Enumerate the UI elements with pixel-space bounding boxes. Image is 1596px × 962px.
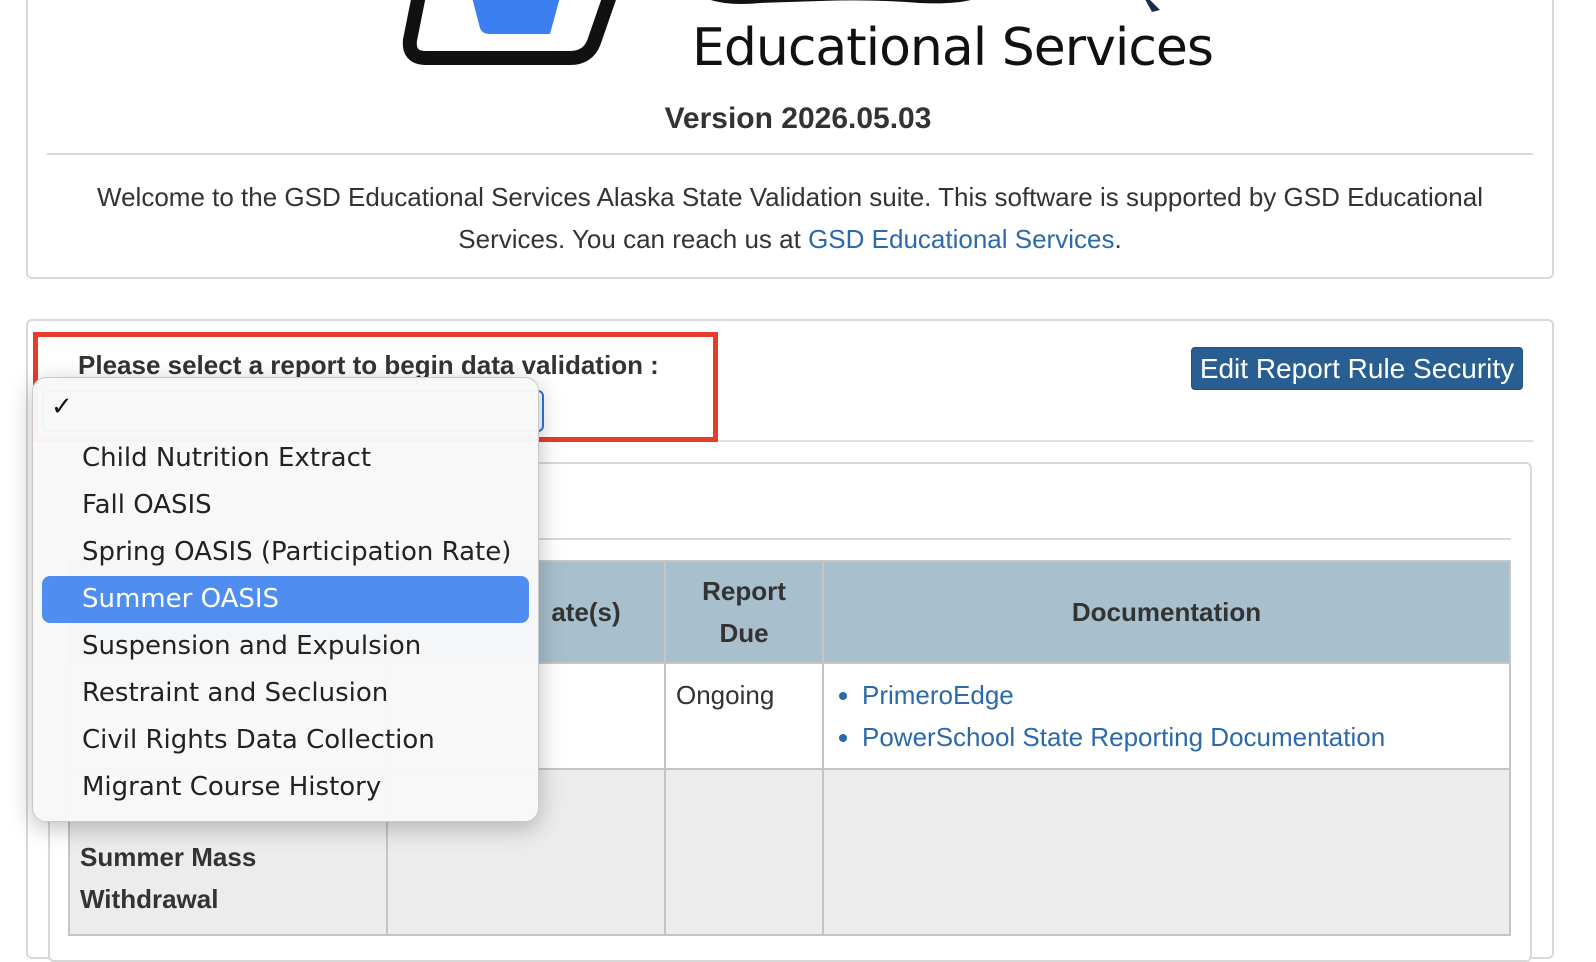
primeroedge-link[interactable]: PrimeroEdge [862,680,1014,710]
powerschool-docs-link[interactable]: PowerSchool State Reporting Documentatio… [862,722,1385,752]
option-spring-oasis[interactable]: Spring OASIS (Participation Rate) [42,529,529,576]
logo-subtitle: Educational Services [692,18,1214,78]
option-migrant-course-history[interactable]: Migrant Course History [42,764,529,811]
gsd-link[interactable]: GSD Educational Services [808,224,1114,254]
documentation-cell: PrimeroEdge PowerSchool State Reporting … [822,662,1511,770]
table-cell [822,768,1511,936]
edit-report-rule-security-button[interactable]: Edit Report Rule Security [1191,347,1523,390]
option-summer-oasis[interactable]: Summer OASIS [42,576,529,623]
option-fall-oasis[interactable]: Fall OASIS [42,482,529,529]
option-child-nutrition-extract[interactable]: Child Nutrition Extract [42,435,529,482]
option-suspension-expulsion[interactable]: Suspension and Expulsion [42,623,529,670]
option-civil-rights-data[interactable]: Civil Rights Data Collection [42,717,529,764]
column-header-documentation: Documentation [822,560,1511,664]
welcome-end: . [1114,224,1122,254]
welcome-text: Welcome to the GSD Educational Services … [47,176,1533,260]
report-dropdown-menu[interactable]: ✓ Child Nutrition Extract Fall OASIS Spr… [32,377,539,822]
version-label: Version 2026.05.03 [664,102,932,135]
report-name: Summer Mass Withdrawal [80,842,257,914]
column-header-report-due: Report Due [664,560,824,664]
table-cell [664,768,824,936]
header-divider [47,153,1533,155]
report-due-cell: Ongoing [664,662,824,770]
option-restraint-seclusion[interactable]: Restraint and Seclusion [42,670,529,717]
checkmark-icon: ✓ [51,392,73,422]
welcome-body: Welcome to the GSD Educational Services … [97,182,1483,254]
